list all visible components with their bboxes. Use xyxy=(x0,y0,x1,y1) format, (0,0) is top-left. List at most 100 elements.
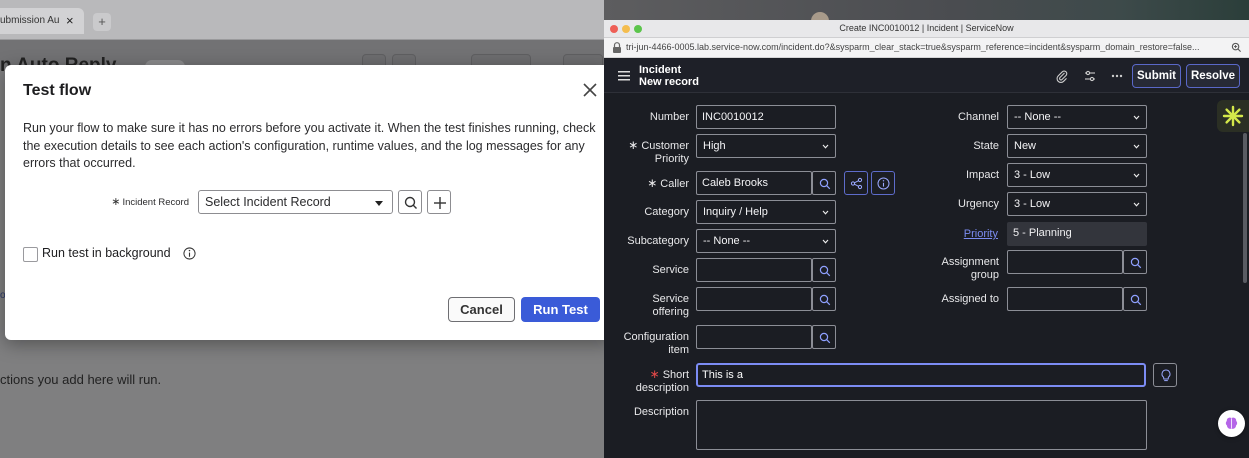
search-icon xyxy=(819,332,831,344)
impact-select[interactable]: 3 - Low xyxy=(1007,163,1147,187)
required-icon: ∗ xyxy=(628,138,639,152)
close-icon[interactable] xyxy=(580,80,600,100)
required-icon: ∗ xyxy=(647,176,658,190)
caller-lookup-button[interactable] xyxy=(812,171,836,195)
settings-sliders-icon[interactable] xyxy=(1083,69,1097,83)
configuration-item-field[interactable] xyxy=(696,325,812,349)
category-value: Inquiry / Help xyxy=(703,206,768,218)
service-lookup-button[interactable] xyxy=(812,258,836,282)
subcategory-value: -- None -- xyxy=(703,235,751,247)
test-flow-modal: Test flow Run your flow to make sure it … xyxy=(5,65,612,340)
priority-link[interactable]: Priority xyxy=(948,228,998,240)
scrollbar[interactable] xyxy=(1243,133,1247,283)
run-test-button[interactable]: Run Test xyxy=(521,297,600,322)
add-incident-button[interactable] xyxy=(427,190,451,214)
assistant-brain-button[interactable] xyxy=(1218,410,1245,437)
state-label: State xyxy=(973,140,999,152)
window-titlebar: Create INC0010012 | Incident | ServiceNo… xyxy=(604,20,1249,38)
now-assist-button[interactable] xyxy=(1217,100,1249,132)
more-options-icon[interactable] xyxy=(1110,69,1124,83)
customer-priority-label: ∗ Customer Priority xyxy=(628,138,689,166)
required-icon: ∗ xyxy=(111,196,121,208)
caller-info-button[interactable] xyxy=(871,171,895,195)
hamburger-menu-icon[interactable] xyxy=(618,70,630,81)
service-label: Service xyxy=(652,264,689,276)
configuration-item-lookup-button[interactable] xyxy=(812,325,836,349)
service-offering-label: Service offering xyxy=(652,293,689,318)
servicenow-window: Create INC0010012 | Incident | ServiceNo… xyxy=(604,20,1249,458)
record-title: Incident New record xyxy=(639,64,699,88)
search-icon xyxy=(819,265,831,277)
plus-icon xyxy=(434,197,446,209)
info-icon xyxy=(877,177,890,190)
run-in-background-label: Run test in background xyxy=(42,246,171,260)
browser-tab[interactable]: ubmission Au × xyxy=(0,8,84,34)
channel-label: Channel xyxy=(958,111,999,123)
assignment-group-lookup-button[interactable] xyxy=(1123,250,1147,274)
impact-label: Impact xyxy=(965,169,999,181)
short-description-input[interactable]: This is a xyxy=(696,363,1146,387)
resolve-button[interactable]: Resolve xyxy=(1186,64,1240,88)
configuration-item-label: Configuration item xyxy=(623,331,689,356)
incident-record-select[interactable]: Select Incident Record xyxy=(198,190,393,214)
caller-field[interactable]: Caleb Brooks xyxy=(696,171,812,195)
modal-description: Run your flow to make sure it has no err… xyxy=(23,121,596,170)
number-field[interactable]: INC0010012 xyxy=(696,105,836,129)
tab-title: ubmission Au xyxy=(0,15,60,26)
subcategory-label: Subcategory xyxy=(627,235,689,247)
category-label: Category xyxy=(644,206,689,218)
incident-record-label: ∗ Incident Record xyxy=(111,196,189,208)
cancel-button[interactable]: Cancel xyxy=(448,297,515,322)
chevron-down-icon xyxy=(1133,144,1140,149)
tab-close-icon[interactable]: × xyxy=(66,13,74,28)
address-bar[interactable]: tri-jun-4466-0005.lab.service-now.com/in… xyxy=(604,38,1249,58)
search-icon xyxy=(1130,257,1142,269)
channel-value: -- None -- xyxy=(1014,111,1062,123)
url-text: tri-jun-4466-0005.lab.service-now.com/in… xyxy=(626,42,1200,52)
subcategory-select[interactable]: -- None -- xyxy=(696,229,836,253)
chevron-down-icon xyxy=(1133,115,1140,120)
zoom-icon[interactable] xyxy=(1231,42,1242,53)
assignment-group-field[interactable] xyxy=(1007,250,1123,274)
chevron-down-icon xyxy=(822,144,829,149)
info-icon[interactable] xyxy=(183,247,196,260)
lightbulb-icon xyxy=(1161,369,1171,382)
description-label: Description xyxy=(633,406,689,418)
category-select[interactable]: Inquiry / Help xyxy=(696,200,836,224)
caret-down-icon xyxy=(375,201,383,206)
urgency-label: Urgency xyxy=(958,198,999,210)
assignment-group-label: Assignment group xyxy=(941,256,999,281)
channel-select[interactable]: -- None -- xyxy=(1007,105,1147,129)
urgency-select[interactable]: 3 - Low xyxy=(1007,192,1147,216)
assigned-to-label: Assigned to xyxy=(941,293,999,305)
lock-icon xyxy=(613,42,621,53)
assigned-to-field[interactable] xyxy=(1007,287,1123,311)
chevron-down-icon xyxy=(1133,202,1140,207)
brain-icon xyxy=(1225,417,1238,429)
paperclip-icon[interactable] xyxy=(1055,69,1069,83)
description-textarea[interactable] xyxy=(696,400,1147,450)
flow-footer-text: ctions you add here will run. xyxy=(0,372,162,387)
state-select[interactable]: New xyxy=(1007,134,1147,158)
state-value: New xyxy=(1014,140,1037,152)
caller-relationship-button[interactable] xyxy=(844,171,868,195)
service-offering-lookup-button[interactable] xyxy=(812,287,836,311)
record-state: New record xyxy=(639,76,699,88)
search-icon xyxy=(1130,294,1142,306)
new-tab-button[interactable]: + xyxy=(93,13,111,31)
run-in-background-checkbox[interactable] xyxy=(23,247,38,262)
chevron-down-icon xyxy=(1133,173,1140,178)
service-offering-field[interactable] xyxy=(696,287,812,311)
assigned-to-lookup-button[interactable] xyxy=(1123,287,1147,311)
chevron-down-icon xyxy=(822,210,829,215)
priority-value: 5 - Planning xyxy=(1007,222,1147,246)
service-field[interactable] xyxy=(696,258,812,282)
submit-button[interactable]: Submit xyxy=(1132,64,1181,88)
caller-label: ∗ Caller xyxy=(647,176,689,191)
search-incident-button[interactable] xyxy=(398,190,422,214)
number-label: Number xyxy=(649,111,689,123)
short-description-label: ∗ Short description xyxy=(635,367,689,395)
share-nodes-icon xyxy=(850,177,863,190)
customer-priority-select[interactable]: High xyxy=(696,134,836,158)
suggestion-button[interactable] xyxy=(1153,363,1177,387)
